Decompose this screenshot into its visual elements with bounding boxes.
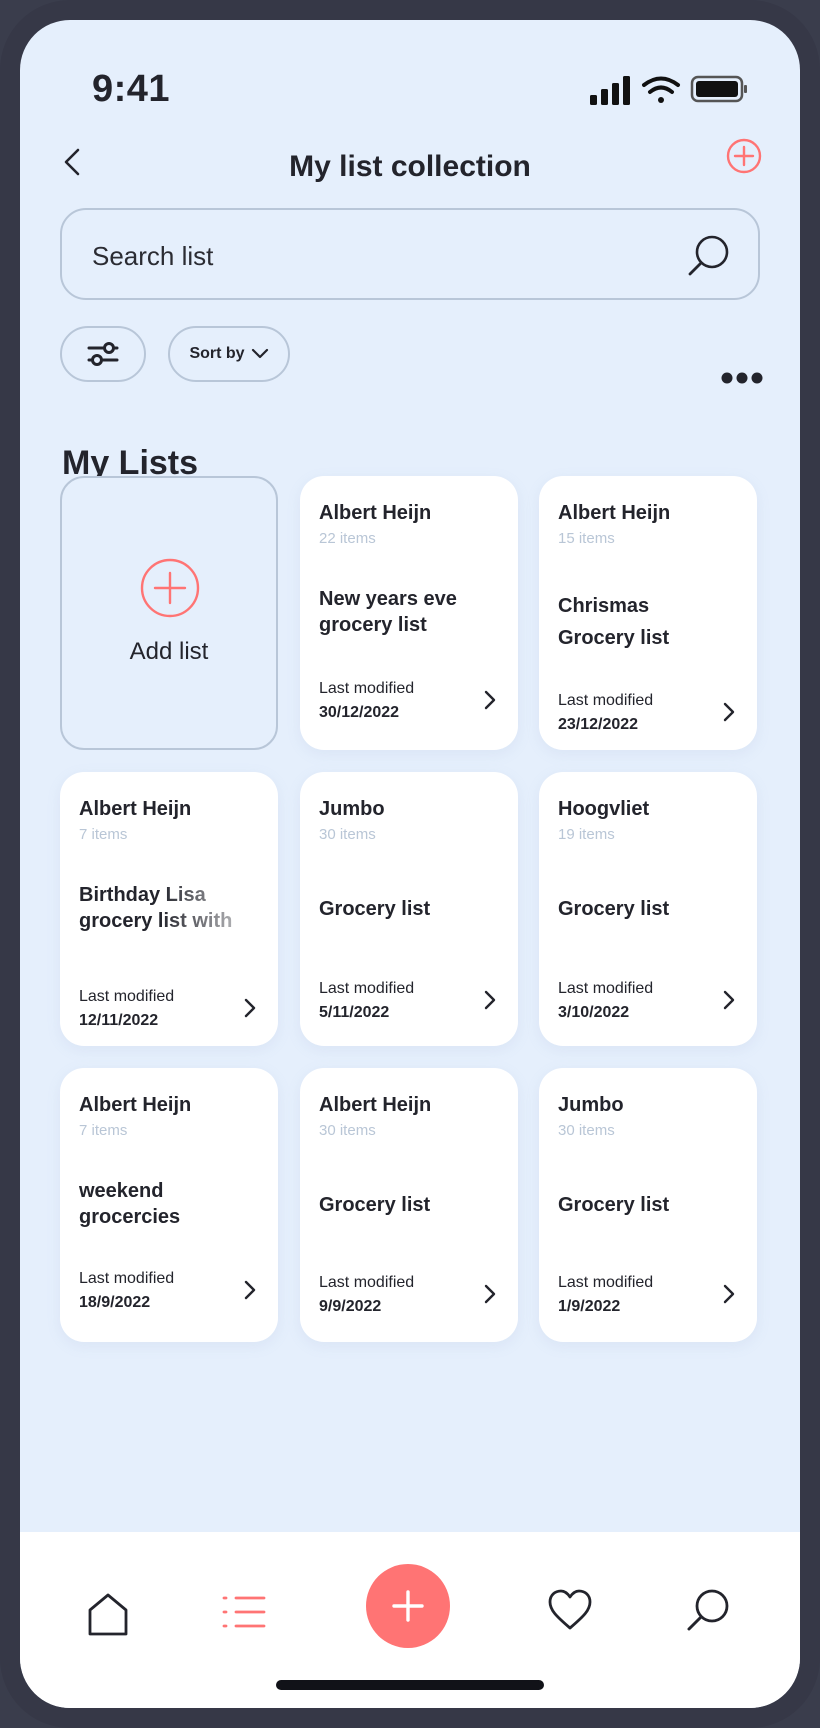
plus-circle-icon [140, 558, 200, 618]
status-time: 9:41 [92, 68, 171, 110]
item-count: 7 items [79, 826, 128, 843]
list-card[interactable]: Albert Heijn 7 items Birthday Lisa groce… [60, 772, 278, 1046]
battery-icon [690, 75, 747, 103]
chevron-right-icon[interactable] [240, 1278, 260, 1302]
add-list-card[interactable]: Add list [60, 476, 278, 750]
store-name: Albert Heijn [558, 502, 671, 524]
chevron-right-icon[interactable] [240, 996, 260, 1020]
filter-button[interactable] [60, 326, 146, 382]
last-modified-date: 18/9/2022 [79, 1294, 151, 1311]
last-modified-date: 12/11/2022 [79, 1012, 159, 1029]
search-nav-icon[interactable] [684, 1586, 732, 1634]
search-icon[interactable] [686, 232, 732, 278]
sort-by-button[interactable]: Sort by [168, 326, 290, 382]
chevron-right-icon[interactable] [480, 1282, 500, 1306]
store-name: Albert Heijn [79, 1094, 192, 1116]
page-title: My list collection [289, 150, 531, 183]
item-count: 15 items [558, 530, 615, 547]
last-modified-date: 3/10/2022 [558, 1004, 630, 1021]
last-modified-label: Last modified [319, 980, 415, 997]
last-modified-label: Last modified [79, 1270, 175, 1287]
list-title: New years eve grocery list [319, 588, 457, 636]
list-card[interactable]: Jumbo 30 items Grocery list Last modifie… [539, 1068, 757, 1342]
heart-icon[interactable] [546, 1586, 594, 1634]
last-modified-date: 5/11/2022 [319, 1004, 390, 1021]
list-title: weekend grocercies [79, 1180, 181, 1228]
add-list-header-button[interactable] [724, 136, 764, 176]
chevron-right-icon[interactable] [719, 700, 739, 724]
last-modified-label: Last modified [319, 680, 415, 697]
last-modified-date: 23/12/2022 [558, 716, 639, 733]
list-title: Grocery list [319, 898, 431, 920]
store-name: Jumbo [558, 1094, 624, 1116]
list-title: Grocery list [558, 1194, 670, 1216]
add-list-label: Add list [129, 638, 209, 665]
app-screen: 9:41 My list collection Search list Sort… [20, 20, 800, 1708]
search-input[interactable] [90, 232, 654, 280]
item-count: 30 items [558, 1122, 615, 1139]
last-modified-date: 1/9/2022 [558, 1298, 621, 1315]
last-modified-label: Last modified [79, 988, 175, 1005]
item-count: 22 items [319, 530, 376, 547]
chevron-down-icon [251, 348, 268, 359]
signal-icon [590, 76, 630, 105]
list-card[interactable]: Albert Heijn 22 items New years eve groc… [300, 476, 518, 750]
sliders-icon [87, 342, 119, 366]
store-name: Albert Heijn [319, 1094, 432, 1116]
list-card[interactable]: Hoogvliet 19 items Grocery list Last mod… [539, 772, 757, 1046]
home-indicator [276, 1680, 544, 1690]
list-card[interactable]: Albert Heijn 7 items weekend grocercies … [60, 1068, 278, 1342]
list-icon[interactable] [220, 1588, 268, 1636]
status-icons [590, 75, 747, 105]
store-name: Albert Heijn [79, 798, 192, 820]
home-icon[interactable] [84, 1590, 132, 1638]
more-options-button[interactable] [720, 370, 764, 386]
store-name: Hoogvliet [558, 798, 650, 820]
list-card[interactable]: Albert Heijn 15 items Chrismas Grocery l… [539, 476, 757, 750]
last-modified-label: Last modified [558, 980, 654, 997]
plus-icon [392, 1590, 424, 1622]
chevron-right-icon[interactable] [480, 688, 500, 712]
wifi-icon [642, 76, 680, 103]
store-name: Albert Heijn [319, 502, 432, 524]
chevron-right-icon[interactable] [480, 988, 500, 1012]
list-title: Birthday Lisa grocery list with [79, 882, 259, 934]
chevron-right-icon[interactable] [719, 1282, 739, 1306]
item-count: 19 items [558, 826, 615, 843]
list-title: Grocery list [319, 1194, 431, 1216]
add-fab-button[interactable] [366, 1564, 450, 1648]
last-modified-label: Last modified [319, 1274, 415, 1291]
store-name: Jumbo [319, 798, 385, 820]
list-title: Chrismas Grocery list [558, 595, 670, 649]
item-count: 7 items [79, 1122, 128, 1139]
chevron-right-icon[interactable] [719, 988, 739, 1012]
last-modified-date: 30/12/2022 [319, 704, 400, 721]
search-box [60, 208, 760, 300]
sort-by-label: Sort by [189, 345, 245, 362]
item-count: 30 items [319, 1122, 376, 1139]
last-modified-date: 9/9/2022 [319, 1298, 382, 1315]
list-card[interactable]: Albert Heijn 30 items Grocery list Last … [300, 1068, 518, 1342]
item-count: 30 items [319, 826, 376, 843]
list-title: Grocery list [558, 898, 670, 920]
list-card[interactable]: Jumbo 30 items Grocery list Last modifie… [300, 772, 518, 1046]
last-modified-label: Last modified [558, 1274, 654, 1291]
last-modified-label: Last modified [558, 692, 654, 709]
